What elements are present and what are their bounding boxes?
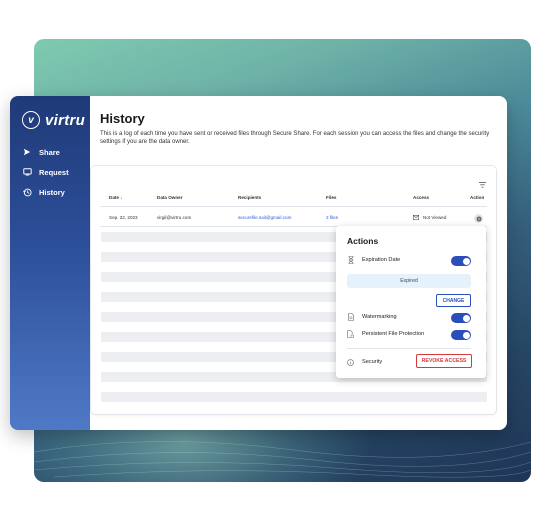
persistent-file-protection-toggle[interactable] [451,330,471,340]
protected-file-icon [347,330,354,338]
envelope-icon [413,215,419,220]
actions-popover: Actions Expiration Date Expired CHANGE W… [336,226,486,378]
column-header-access: Access [413,195,430,200]
filter-icon[interactable] [479,175,486,193]
logo-mark: v [22,111,40,129]
row-access: Not Viewed [413,215,446,220]
row-action-button[interactable] [474,214,483,223]
actions-title: Actions [347,236,379,246]
expiration-date-label: Expiration Date [362,257,401,263]
actions-divider [347,348,471,349]
header-divider [100,206,487,207]
persistent-file-protection-row: Persistent File Protection [347,330,424,338]
change-button[interactable]: CHANGE [436,294,471,307]
expired-status: Expired [347,274,471,288]
row-data-owner: virgil@virtru.com [157,215,192,220]
security-label: Security [362,359,383,365]
sidebar-item-history[interactable]: History [10,182,90,202]
sidebar-item-label: Request [39,167,69,177]
sidebar: v virtru Share Request History [10,96,90,430]
hourglass-icon [347,256,354,264]
sidebar-item-share[interactable]: Share [10,142,90,162]
watermarking-toggle[interactable] [451,313,471,323]
history-icon [22,187,32,197]
row-recipients[interactable]: securefile.sail@gmail.com [238,215,291,220]
column-header-action: Action [470,195,485,200]
watermarking-label: Watermarking [362,314,397,320]
column-header-recipients: Recipients [238,195,262,200]
virtru-logo[interactable]: v virtru [10,96,90,134]
stage: v virtru Share Request History History T… [0,0,540,520]
row-files-link[interactable]: 2 files [326,215,338,220]
watermarking-row: Watermarking [347,313,397,321]
expiration-date-row: Expiration Date [347,256,400,264]
revoke-access-button[interactable]: REVOKE ACCESS [416,354,472,368]
document-icon [347,313,354,321]
row-date: Sep. 22, 2023 [109,215,138,220]
logo-text: virtru [45,111,86,129]
inbox-icon [22,167,32,177]
page-description: This is a log of each time you have sent… [100,131,490,146]
column-header-date[interactable]: Date ↓ [109,195,123,200]
persistent-file-protection-label: Persistent File Protection [362,331,425,337]
sidebar-nav: Share Request History [10,142,90,202]
sidebar-item-label: Share [39,147,60,157]
access-status: Not Viewed [423,215,447,220]
info-circle-icon [347,358,354,366]
send-icon [22,147,32,157]
gear-icon [475,215,482,222]
page-title: History [100,111,145,126]
sidebar-item-label: History [39,187,65,197]
column-header-files: Files [326,195,337,200]
background-streaks [34,441,531,478]
sidebar-item-request[interactable]: Request [10,162,90,182]
security-row: Security [347,358,382,366]
placeholder-row [101,392,487,402]
expiration-date-toggle[interactable] [451,256,471,266]
column-header-data-owner: Data Owner [157,195,183,200]
